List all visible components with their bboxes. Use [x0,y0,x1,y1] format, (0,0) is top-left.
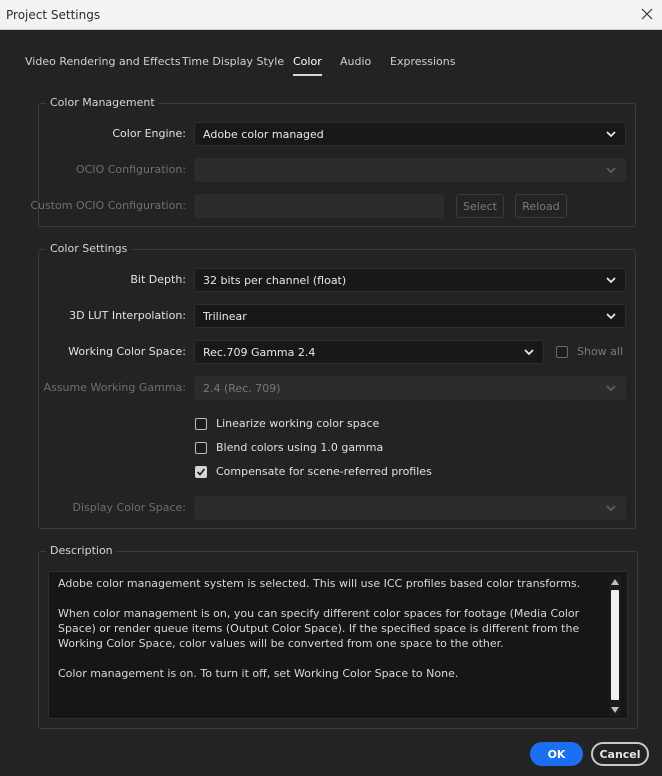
assume-working-gamma-dropdown: 2.4 (Rec. 709) [194,376,626,400]
description-scrollbar[interactable] [609,576,621,716]
working-color-space-value: Rec.709 Gamma 2.4 [203,345,316,359]
chevron-down-icon [606,167,616,174]
assume-working-gamma-value: 2.4 (Rec. 709) [203,381,281,395]
chevron-down-icon [606,277,616,284]
tab-bar: Video Rendering and Effects Time Display… [0,30,662,90]
lut-interpolation-value: Trilinear [203,309,247,323]
bit-depth-dropdown[interactable]: 32 bits per channel (float) [194,268,626,292]
compensate-label: Compensate for scene-referred profiles [216,465,432,478]
chevron-down-icon [606,131,616,138]
show-all-label: Show all [577,345,624,358]
chevron-down-icon [606,385,616,392]
description-box[interactable]: Adobe color management system is selecte… [48,571,628,719]
working-color-space-label: Working Color Space: [68,345,186,358]
linearize-label: Linearize working color space [216,417,380,430]
lut-interpolation-dropdown[interactable]: Trilinear [194,304,626,328]
assume-working-gamma-label: Assume Working Gamma: [43,381,186,394]
color-engine-value: Adobe color managed [203,127,324,141]
tab-color[interactable]: Color [293,55,322,76]
bit-depth-label: Bit Depth: [130,273,186,286]
chevron-down-icon [606,505,616,512]
select-button: Select [456,194,504,218]
scroll-thumb[interactable] [611,590,619,700]
bit-depth-value: 32 bits per channel (float) [203,273,347,287]
display-color-space-label: Display Color Space: [72,501,187,514]
blend-colors-checkbox[interactable] [195,442,207,454]
description-text: Adobe color management system is selecte… [58,577,581,680]
linearize-checkbox[interactable] [195,418,207,430]
lut-interpolation-label: 3D LUT Interpolation: [69,309,186,322]
chevron-down-icon [606,313,616,320]
scroll-up-arrow-icon[interactable] [609,576,621,588]
checkmark-icon [196,468,206,476]
ok-button[interactable]: OK [530,742,583,766]
custom-ocio-label: Custom OCIO Configuration: [30,199,186,212]
color-settings-label: Color Settings [46,242,132,255]
tab-time-display-style[interactable]: Time Display Style [182,55,284,68]
color-management-label: Color Management [46,96,159,109]
close-icon[interactable] [638,5,656,23]
tab-video-rendering[interactable]: Video Rendering and Effects [25,55,181,68]
show-all-checkbox[interactable] [556,346,568,358]
tab-expressions[interactable]: Expressions [390,55,455,68]
color-engine-dropdown[interactable]: Adobe color managed [194,122,626,146]
display-color-space-dropdown [194,496,626,520]
title-bar: Project Settings [0,0,662,30]
chevron-down-icon [524,349,534,356]
cancel-button[interactable]: Cancel [591,742,649,766]
compensate-checkbox[interactable] [195,466,207,478]
description-label: Description [46,544,117,557]
ocio-configuration-dropdown [194,158,626,182]
scroll-down-arrow-icon[interactable] [609,704,621,716]
working-color-space-dropdown[interactable]: Rec.709 Gamma 2.4 [194,340,544,364]
reload-button: Reload [515,194,567,218]
ocio-configuration-label: OCIO Configuration: [75,163,186,176]
window-title: Project Settings [6,8,101,22]
blend-colors-label: Blend colors using 1.0 gamma [216,441,384,454]
color-engine-label: Color Engine: [112,127,186,140]
custom-ocio-field [194,194,444,218]
tab-audio[interactable]: Audio [340,55,371,68]
